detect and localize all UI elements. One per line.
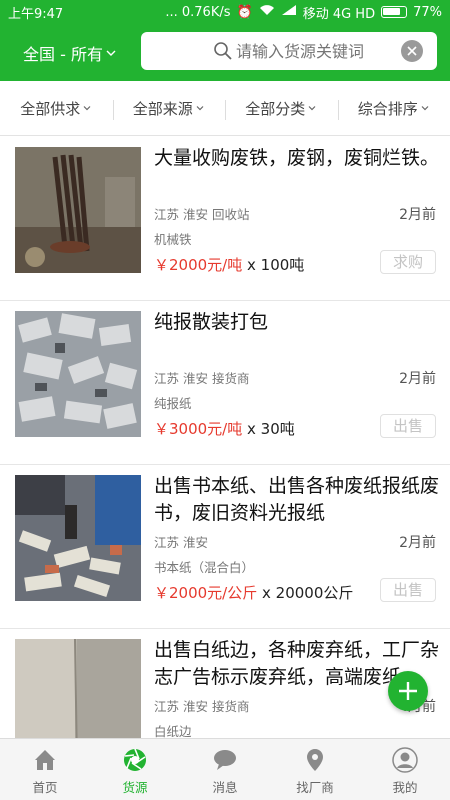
battery-icon <box>381 6 408 18</box>
listing-price: ￥2000元/吨 <box>154 256 243 274</box>
bottom-tab-bar: 首页 货源 消息 找厂商 我的 <box>0 738 450 800</box>
listing-title: 纯报散装打包 <box>154 311 269 333</box>
tab-label: 找厂商 <box>296 780 334 795</box>
tab-label: 首页 <box>32 780 58 795</box>
price-row: ￥3000元/吨 x 30吨 <box>154 418 295 439</box>
region-label: 全国 - 所有 <box>23 44 103 64</box>
listing-time: 2月前 <box>399 371 436 387</box>
listing-price: ￥2000元/公斤 <box>154 584 258 602</box>
user-icon <box>392 747 418 773</box>
top-bar: 全国 - 所有 <box>0 24 450 81</box>
search-input[interactable] <box>236 41 396 61</box>
status-bar: 上午9:47 ... 0.76K/s ⏰ 移动 4G HD 77% <box>0 0 450 24</box>
listing-quantity: x 20000公斤 <box>257 584 354 602</box>
search-icon <box>214 42 232 60</box>
listing-price: ￥3000元/吨 <box>154 420 243 438</box>
filter-bar: 全部供求 全部来源 全部分类 综合排序 <box>0 81 450 136</box>
clear-search-button[interactable] <box>401 40 423 62</box>
tab-messages[interactable]: 消息 <box>180 739 270 800</box>
listing-quantity: x 30吨 <box>242 420 295 438</box>
listing-time: 2月前 <box>399 207 436 223</box>
listing-location: 江苏 淮安 <box>154 535 208 550</box>
books-pile-photo <box>15 475 141 601</box>
filter-supply-demand[interactable]: 全部供求 <box>0 98 113 119</box>
close-icon <box>407 46 417 56</box>
filter-label: 全部分类 <box>245 99 306 118</box>
listing-title: 大量收购废铁，废钢，废铜烂铁。 <box>154 147 440 169</box>
listing-list: 大量收购废铁，废钢，废铜烂铁。 江苏 淮安 回收站 2月前 机械铁 ￥2000元… <box>0 137 450 793</box>
chevron-down-icon <box>308 106 316 111</box>
sell-button[interactable]: 出售 <box>380 578 436 602</box>
chevron-down-icon <box>83 106 91 111</box>
filter-source[interactable]: 全部来源 <box>112 98 226 120</box>
price-row: ￥2000元/公斤 x 20000公斤 <box>154 582 353 603</box>
buy-button[interactable]: 求购 <box>380 250 436 274</box>
tab-home[interactable]: 首页 <box>0 739 90 800</box>
sell-button[interactable]: 出售 <box>380 414 436 438</box>
home-icon <box>35 750 55 770</box>
message-icon <box>214 750 236 770</box>
filter-sort[interactable]: 综合排序 <box>337 98 450 120</box>
location-pin-icon <box>307 749 323 771</box>
signal-icon <box>281 4 297 20</box>
scrap-metal-photo <box>15 147 141 273</box>
tab-mine[interactable]: 我的 <box>360 739 450 800</box>
listing-quantity: x 100吨 <box>242 256 305 274</box>
carrier-label: 移动 4G HD <box>302 6 376 22</box>
list-item[interactable]: 出售书本纸、出售各种废纸报纸废书，废旧资料光报纸 江苏 淮安 2月前 书本纸（混… <box>0 465 450 629</box>
listing-category: 纯报纸 <box>154 396 192 411</box>
chevron-down-icon <box>196 106 204 111</box>
aperture-icon <box>124 748 146 771</box>
tab-label: 消息 <box>212 780 238 795</box>
chevron-down-icon <box>421 106 429 111</box>
chevron-down-icon <box>106 50 116 56</box>
status-time: 上午9:47 <box>8 6 64 22</box>
add-listing-button[interactable] <box>388 671 428 711</box>
battery-level: 77% <box>413 4 442 20</box>
listing-location: 江苏 淮安 接货商 <box>154 699 250 714</box>
list-item[interactable]: 纯报散装打包 江苏 淮安 接货商 2月前 纯报纸 ￥3000元/吨 x 30吨 … <box>0 301 450 465</box>
alarm-icon: ⏰ <box>236 4 253 20</box>
plus-icon <box>399 682 417 700</box>
filter-category[interactable]: 全部分类 <box>225 98 338 120</box>
listing-location: 江苏 淮安 回收站 <box>154 207 250 222</box>
search-box[interactable] <box>141 32 437 70</box>
price-row: ￥2000元/吨 x 100吨 <box>154 254 304 275</box>
network-speed: ... 0.76K/s <box>165 4 231 20</box>
tab-label: 货源 <box>122 780 148 795</box>
filter-label: 全部来源 <box>132 99 193 118</box>
listing-category: 机械铁 <box>154 232 192 247</box>
listing-location: 江苏 淮安 接货商 <box>154 371 250 386</box>
newspaper-bales-photo <box>15 311 141 437</box>
wifi-icon <box>259 4 275 20</box>
filter-label: 综合排序 <box>357 99 418 118</box>
list-item[interactable]: 大量收购废铁，废钢，废铜烂铁。 江苏 淮安 回收站 2月前 机械铁 ￥2000元… <box>0 137 450 301</box>
listing-time: 2月前 <box>399 535 436 551</box>
listing-category: 书本纸（混合白） <box>154 560 255 575</box>
tab-find-manufacturer[interactable]: 找厂商 <box>270 739 360 800</box>
tab-supply[interactable]: 货源 <box>90 739 180 800</box>
tab-label: 我的 <box>392 780 418 795</box>
listing-title: 出售书本纸、出售各种废纸报纸废书，废旧资料光报纸 <box>154 475 440 524</box>
filter-label: 全部供求 <box>20 99 81 118</box>
region-selector[interactable]: 全国 - 所有 <box>0 41 140 65</box>
